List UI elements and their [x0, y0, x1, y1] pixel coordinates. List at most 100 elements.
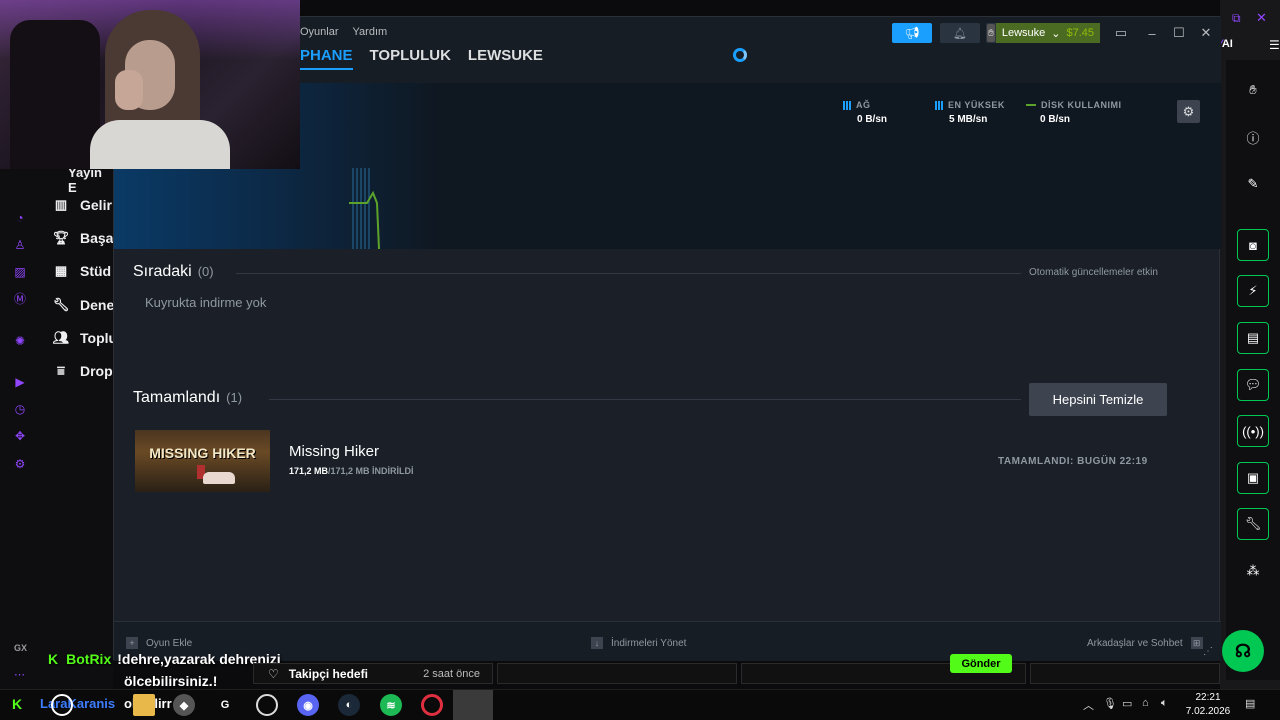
clock-icon[interactable]: ◷ [13, 402, 27, 416]
network-icon[interactable]: ⌂ [1142, 697, 1149, 709]
puzzle-icon[interactable]: ✥ [13, 429, 27, 443]
dots-icon[interactable]: ⁂ [1237, 555, 1269, 587]
battery-icon[interactable]: ▭ [1122, 697, 1132, 710]
graph-spike [349, 168, 380, 249]
kick-icon[interactable]: K [12, 696, 22, 712]
sidebar-item-label: Stüd [80, 263, 112, 279]
tab-profile[interactable]: LEWSUKE [468, 47, 543, 70]
openai-icon[interactable]: ✺ [13, 334, 27, 348]
sidebar-item-topluluk[interactable]: 👥︎ Toplu [52, 328, 117, 348]
notification-center-icon[interactable]: ▤ [1245, 697, 1255, 710]
game-size: 171,2 MB/171,2 MB İNDİRİLDİ [289, 466, 414, 476]
tray-chevron-icon[interactable]: ︿ [1083, 697, 1094, 713]
game-name[interactable]: Missing Hiker [289, 443, 379, 460]
app-icon[interactable]: ◆ [173, 694, 195, 716]
note-icon[interactable]: ▤ [1237, 322, 1269, 354]
menu-icon[interactable]: ☰ [1269, 38, 1280, 52]
sidebar-section-header: Yayın E [68, 165, 102, 195]
tab-library[interactable]: PHANE [300, 47, 353, 70]
minimize-icon[interactable]: – [1142, 23, 1162, 43]
completed-header: Tamamlandı (1) [133, 389, 242, 407]
queue-title: Sıradaki [133, 263, 192, 280]
person-icon[interactable]: ♙ [13, 238, 27, 252]
popout-icon[interactable]: ⧉ [1232, 11, 1241, 26]
play-circle-icon[interactable]: ▶ [13, 375, 27, 389]
people-icon: 👥︎ [52, 330, 70, 345]
sidebar-item-gelir[interactable]: ▥ Gelir [52, 195, 112, 215]
menu-item-oyunlar[interactable]: Oyunlar [300, 26, 339, 38]
megaphone-icon: 📢︎ [904, 26, 920, 40]
stat-value: 0 B/sn [1040, 114, 1071, 125]
more-icon[interactable]: ⋯ [14, 668, 25, 681]
folder-icon[interactable] [133, 694, 155, 716]
stat-value: 0 B/sn [857, 114, 888, 125]
gear-icon: ⚙ [1182, 103, 1195, 119]
broadcast-icon[interactable]: ((•)) [1237, 415, 1269, 447]
bar-chart-icon [843, 100, 851, 110]
widget-strip [1030, 663, 1220, 684]
account-menu[interactable]: ✋︎ Lewsuke ⌄ $7.45 [986, 23, 1100, 43]
sidebar-item-drops[interactable]: ⩸ Drop [52, 361, 113, 381]
download-settings-button[interactable]: ⚙ [1177, 100, 1200, 123]
game-thumbnail[interactable]: MISSING HIKER [135, 430, 270, 492]
wrench-icon: 🔧︎ [52, 297, 70, 312]
hand-icon[interactable]: ✋︎ [1237, 74, 1269, 106]
wrench-icon[interactable]: 🔧︎ [1237, 508, 1269, 540]
sidebar-item-basarim[interactable]: 🏆︎ Başa [52, 228, 114, 248]
sidebar-item-studyo[interactable]: ▦ Stüd [52, 261, 111, 281]
friends-chat-button[interactable]: Arkadaşlar ve Sohbet ⊞ [1087, 637, 1203, 649]
chat-icon[interactable]: 💬︎ [1237, 369, 1269, 401]
headset-support-button[interactable]: ☊ [1222, 630, 1264, 672]
steam-icon[interactable]: ◐ [338, 694, 360, 716]
layers-icon[interactable]: ▨ [13, 265, 27, 279]
spotify-icon[interactable]: ≋ [380, 694, 402, 716]
m-icon[interactable]: Ⓜ [13, 292, 27, 306]
obs-icon[interactable] [256, 694, 278, 716]
completed-title: Tamamlandı [133, 389, 221, 406]
close-icon[interactable]: ✕ [1256, 10, 1267, 26]
monitor-icon[interactable]: ▣ [1237, 462, 1269, 494]
tab-community[interactable]: TOPLULUK [370, 47, 451, 70]
big-picture-icon[interactable]: ▭ [1111, 23, 1131, 43]
chat-message: K BotRix !dehre,yazarak dehrenizi ölcebili… [48, 648, 281, 692]
opera-gx-icon[interactable] [421, 694, 443, 716]
thumb-car [203, 472, 235, 484]
friends-icon: ⊞ [1190, 637, 1203, 649]
ai-button[interactable]: ⁄AI [1220, 38, 1233, 50]
sidebar-item-deneme[interactable]: 🔧︎ Dene [52, 295, 115, 315]
heart-icon: ♡ [268, 666, 279, 681]
account-name-balance: Lewsuke ⌄ $7.45 [995, 23, 1100, 43]
clock[interactable]: 22:21 7.02.2026 [1185, 690, 1231, 719]
manage-downloads-button[interactable]: ↓ İndirmeleri Yönet [591, 637, 686, 649]
resize-grip-icon[interactable]: ⋰ [1203, 646, 1213, 657]
close-window-icon[interactable]: ✕ [1196, 23, 1216, 43]
search-icon[interactable] [51, 694, 73, 716]
menu-item-yardim[interactable]: Yardım [353, 26, 388, 38]
divider [236, 273, 1021, 274]
pencil-icon[interactable]: ✎ [1237, 168, 1269, 200]
mic-icon[interactable]: 🎙︎ [1103, 697, 1117, 710]
active-app-slot[interactable] [453, 690, 493, 720]
kick-icon: K [48, 651, 59, 667]
info-icon[interactable]: ⓘ [1237, 121, 1269, 153]
volume-icon[interactable]: 🔈︎ [1161, 697, 1168, 710]
g-icon[interactable]: G [214, 694, 236, 716]
gauge-icon[interactable]: ◔ [13, 211, 27, 225]
lightning-icon[interactable]: ⚡︎ [1237, 275, 1269, 307]
drops-icon: ⩸ [57, 363, 65, 378]
camera-icon[interactable]: ◙ [1237, 229, 1269, 261]
auto-updates-status[interactable]: Otomatik güncellemeler etkin [1029, 267, 1158, 278]
gx-label: GX [14, 643, 28, 653]
trophy-icon: 🏆︎ [52, 230, 70, 245]
streamer-hand [115, 70, 143, 110]
notifications-button[interactable]: 🔔︎ [940, 23, 980, 43]
clear-all-button[interactable]: Hepsini Temizle [1029, 383, 1167, 416]
maximize-icon[interactable]: ☐ [1169, 23, 1189, 43]
announcements-button[interactable]: 📢︎ [892, 23, 932, 43]
settings-icon[interactable]: ⚙ [13, 457, 27, 471]
send-button[interactable]: Gönder [950, 654, 1012, 673]
ai-label: AI [1221, 38, 1233, 50]
discord-icon[interactable]: ◉ [297, 694, 319, 716]
headset-icon: ☊ [1235, 640, 1251, 661]
webcam-overlay [0, 0, 300, 169]
